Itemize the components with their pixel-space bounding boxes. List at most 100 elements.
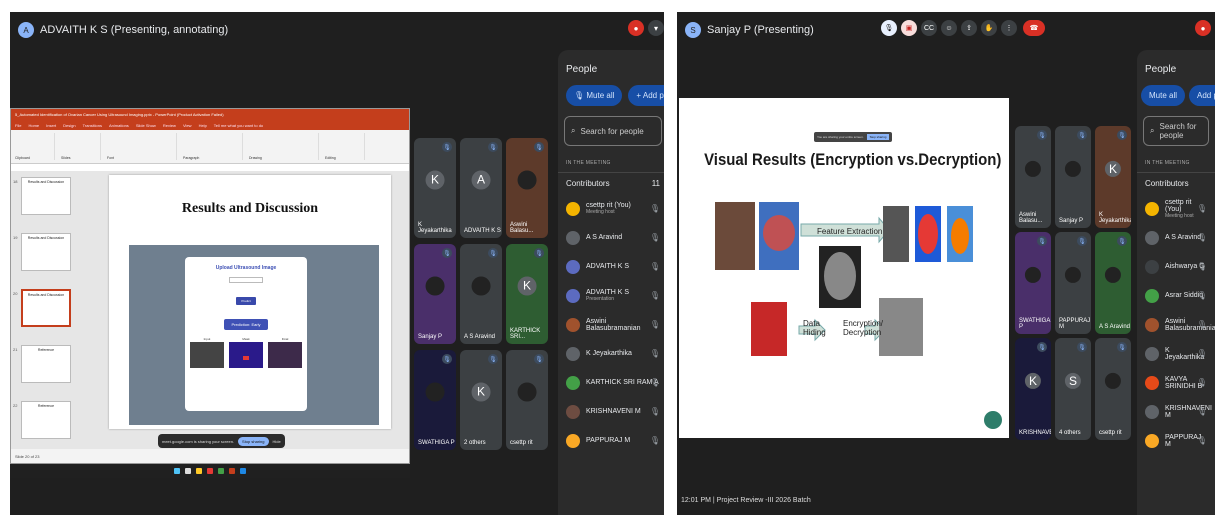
participant-row[interactable]: KARTHICK SRI RAM A 🎙 [558, 368, 664, 397]
search-icon[interactable] [185, 468, 191, 474]
leave-call-button[interactable]: ☎ [1023, 20, 1045, 36]
ppt-tab[interactable]: Insert [46, 123, 56, 128]
mic-off-icon[interactable]: 🎙 [650, 233, 660, 242]
ppt-tab[interactable]: Animations [109, 123, 129, 128]
contributors-header[interactable]: Contributors [1137, 172, 1215, 194]
ppt-tab[interactable]: Home [28, 123, 39, 128]
participant-tile[interactable]: K 🎙 KARTHICK SRI... [506, 244, 548, 344]
participant-row[interactable]: A S Aravind 🎙 [558, 223, 664, 252]
people-search[interactable]: ⌕ Search for people [1143, 116, 1209, 146]
participant-tile[interactable]: K 🎙 K Jeyakarthika [414, 138, 456, 238]
participant-row[interactable]: KRISHNAVENI M 🎙 [558, 397, 664, 426]
ppt-tab[interactable]: Review [163, 123, 176, 128]
participant-tile[interactable]: 🎙 A S Aravind [460, 244, 502, 344]
app-icon[interactable] [207, 468, 213, 474]
present-button[interactable]: ⇪ [961, 20, 977, 36]
participant-tile[interactable]: S 🎙 4 others [1055, 338, 1091, 440]
participant-row[interactable]: Aswini Balasubramanian 🎙 [1137, 310, 1215, 339]
more-options-button[interactable]: ⋮ [1001, 20, 1017, 36]
slide-thumbnail[interactable]: Results and Discussion [21, 233, 71, 271]
participant-row[interactable]: csettp rit (You) Meeting host 🎙 [558, 194, 664, 223]
raise-hand-button[interactable]: ✋ [981, 20, 997, 36]
mic-off-icon[interactable]: 🎙 [650, 320, 660, 329]
participant-tile[interactable]: K 🎙 K Jeyakarthika [1095, 126, 1131, 228]
participant-tile[interactable]: 🎙 A S Aravind [1095, 232, 1131, 334]
mic-off-icon[interactable]: 🎙 [1197, 378, 1207, 387]
participant-row[interactable]: PAPPURAJ M 🎙 [1137, 426, 1215, 455]
participant-row[interactable]: Aishwarya G 🎙 [1137, 252, 1215, 281]
participant-row[interactable]: csettp rit (You) Meeting host 🎙 [1137, 194, 1215, 223]
camera-button[interactable]: ▣ [901, 20, 917, 36]
participant-tile[interactable]: 🎙 csettp rit [506, 350, 548, 450]
participant-row[interactable]: PAPPURAJ M 🎙 [558, 426, 664, 455]
mic-off-icon[interactable]: 🎙 [1197, 349, 1207, 358]
slide-thumbnail[interactable]: Reference [21, 345, 71, 383]
powerpoint-icon[interactable] [229, 468, 235, 474]
participant-tile[interactable]: K 🎙 KRISHNAVENI... [1015, 338, 1051, 440]
contributors-header[interactable]: Contributors 11 [558, 172, 664, 194]
participant-tile[interactable]: A 🎙 ADVAITH K S [460, 138, 502, 238]
stop-sharing-button[interactable]: Stop sharing [238, 436, 269, 446]
participant-tile[interactable]: 🎙 Sanjay P [414, 244, 456, 344]
add-people-button[interactable]: + Add people [628, 85, 664, 106]
mic-off-icon[interactable]: 🎙 [1197, 436, 1207, 445]
mic-off-icon[interactable]: 🎙 [650, 407, 660, 416]
mute-all-button[interactable]: 🎙 Mute all [566, 85, 623, 106]
mic-off-icon[interactable]: 🎙 [1197, 291, 1207, 300]
ppt-tab[interactable]: Tell me what you want to do [214, 123, 263, 128]
ppt-tab[interactable]: Slide Show [136, 123, 156, 128]
participant-row[interactable]: A S Aravind 🎙 [1137, 223, 1215, 252]
participant-row[interactable]: ADVAITH K S Presentation 🎙 [558, 281, 664, 310]
participant-row[interactable]: Asrar Siddiq 🎙 [1137, 281, 1215, 310]
add-people-button[interactable]: Add people [1189, 85, 1215, 106]
start-icon[interactable] [174, 468, 180, 474]
mic-off-icon[interactable]: 🎙 [1197, 320, 1207, 329]
participant-row[interactable]: ADVAITH K S 🎙 [558, 252, 664, 281]
participant-tile[interactable]: 🎙 SWATHIGA P [414, 350, 456, 450]
participant-tile[interactable]: 🎙 Sanjay P [1055, 126, 1091, 228]
participant-tile[interactable]: 🎙 csettp rit [1095, 338, 1131, 440]
captions-button[interactable]: CC [921, 20, 937, 36]
ppt-tab[interactable]: Design [63, 123, 75, 128]
participant-tile[interactable]: 🎙 PAPPURAJ M [1055, 232, 1091, 334]
edge-icon[interactable] [240, 468, 246, 474]
participant-row[interactable]: KRISHNAVENI M 🎙 [1137, 397, 1215, 426]
mute-all-button[interactable]: Mute all [1141, 85, 1186, 106]
mic-off-icon[interactable]: 🎙 [650, 204, 660, 213]
slide-thumbnail[interactable]: Reference [21, 401, 71, 439]
participant-row[interactable]: Aswini Balasubramanian 🎙 [558, 310, 664, 339]
record-icon[interactable]: ● [628, 20, 644, 36]
explorer-icon[interactable] [196, 468, 202, 474]
people-title: People [1145, 64, 1177, 75]
participant-tile[interactable]: 🎙 Aswini Balasu... [506, 138, 548, 238]
chrome-icon[interactable] [218, 468, 224, 474]
mic-off-icon[interactable]: 🎙 [1197, 407, 1207, 416]
participant-row[interactable]: KAVYA SRINIDHI B 🎙 [1137, 368, 1215, 397]
participant-row[interactable]: K Jeyakarthika 🎙 [1137, 339, 1215, 368]
mic-off-icon[interactable]: 🎙 [1197, 262, 1207, 271]
participant-tile[interactable]: 🎙 SWATHIGA P [1015, 232, 1051, 334]
people-search[interactable]: ⌕ Search for people [564, 116, 662, 146]
mic-off-icon[interactable]: 🎙 [650, 436, 660, 445]
mic-off-icon[interactable]: 🎙 [1197, 204, 1207, 213]
record-icon[interactable]: ● [1195, 20, 1211, 36]
slide-thumbnail[interactable]: Results and Discussion [21, 289, 71, 327]
ppt-tab[interactable]: View [183, 123, 192, 128]
participant-tile[interactable]: 🎙 Aswini Balasu... [1015, 126, 1051, 228]
mic-off-icon[interactable]: 🎙 [650, 349, 660, 358]
emoji-button[interactable]: ☺ [941, 20, 957, 36]
hide-button[interactable]: Hide [273, 439, 281, 444]
ppt-tab[interactable]: Help [199, 123, 207, 128]
mic-off-icon[interactable]: 🎙 [1197, 233, 1207, 242]
participant-tile[interactable]: K 🎙 2 others [460, 350, 502, 450]
mic-button[interactable]: 🎙 [881, 20, 897, 36]
ribbon-group: Editing [325, 133, 365, 160]
ppt-tab[interactable]: File [15, 123, 21, 128]
mic-off-icon[interactable]: 🎙 [650, 291, 660, 300]
participant-row[interactable]: K Jeyakarthika 🎙 [558, 339, 664, 368]
mic-off-icon[interactable]: 🎙 [650, 262, 660, 271]
ppt-tab[interactable]: Transitions [83, 123, 102, 128]
mic-off-icon[interactable]: 🎙 [650, 378, 660, 387]
slide-thumbnail[interactable]: Results and Discussion [21, 177, 71, 215]
layout-icon[interactable]: ▾ [648, 20, 664, 36]
